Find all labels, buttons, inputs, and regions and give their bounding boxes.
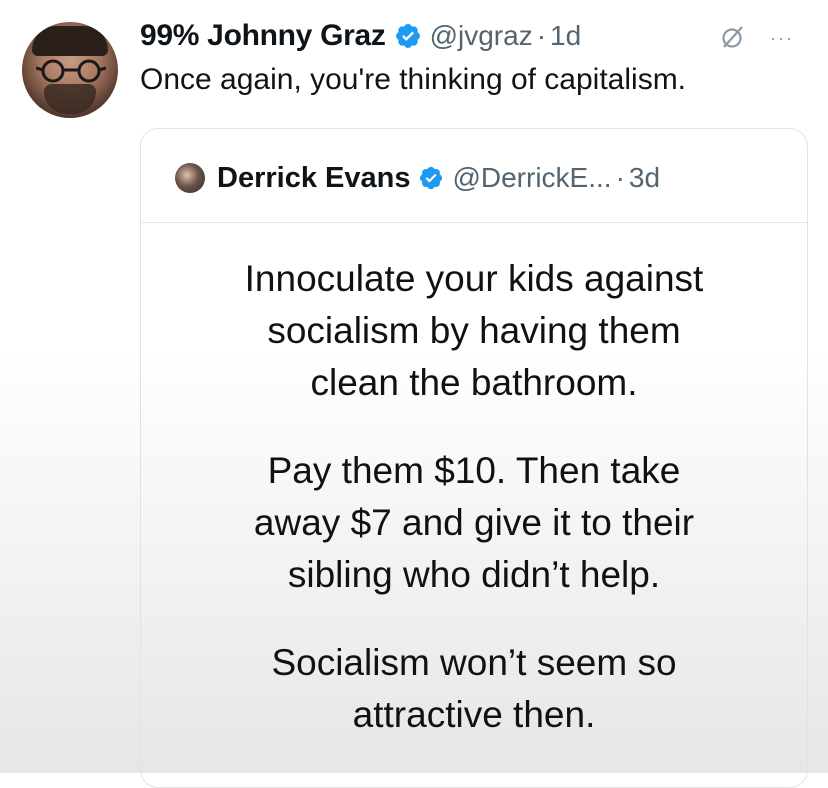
quoted-paragraph-2: Pay them $10. Then take away $7 and give… [253,450,695,595]
quoted-paragraph-1: Innoculate your kids against socialism b… [244,258,704,403]
author-avatar[interactable] [22,22,118,118]
post-text: Once again, you're thinking of capitalis… [140,63,687,96]
post-timestamp[interactable]: 1d [550,20,581,52]
post: 99% Johnny Graz @jvgraz · 1d ··· Once ag… [0,0,828,788]
verified-badge-icon[interactable] [394,22,422,50]
author-handle[interactable]: @jvgraz [430,20,533,52]
avatar-hair [32,26,108,56]
quoted-author-meta: Derrick Evans @DerrickE... · 3d [217,159,660,197]
quoted-post-body: Innoculate your kids against socialism b… [141,223,807,741]
quoted-author-display-name[interactable]: Derrick Evans [217,162,410,195]
quoted-author-handle[interactable]: @DerrickE... [452,162,611,194]
quoted-paragraph-3: Socialism won’t seem so attractive then. [271,642,677,735]
avatar-beard [44,84,96,114]
quoted-post-header: Derrick Evans @DerrickE... · 3d [141,129,807,223]
quoted-verified-badge-icon[interactable] [418,165,444,191]
quoted-author-avatar[interactable] [175,163,205,193]
avatar-glasses-icon [36,59,106,83]
separator-dot: · [536,20,547,51]
quoted-post-timestamp[interactable]: 3d [629,162,660,194]
post-header: 99% Johnny Graz @jvgraz · 1d [140,16,581,56]
quoted-separator-dot: · [615,162,625,193]
more-options-icon[interactable]: ··· [770,29,810,47]
quoted-post-card[interactable]: Derrick Evans @DerrickE... · 3d Innocula… [140,128,808,788]
author-display-name[interactable]: 99% Johnny Graz [140,19,386,53]
grok-icon[interactable] [720,24,746,50]
